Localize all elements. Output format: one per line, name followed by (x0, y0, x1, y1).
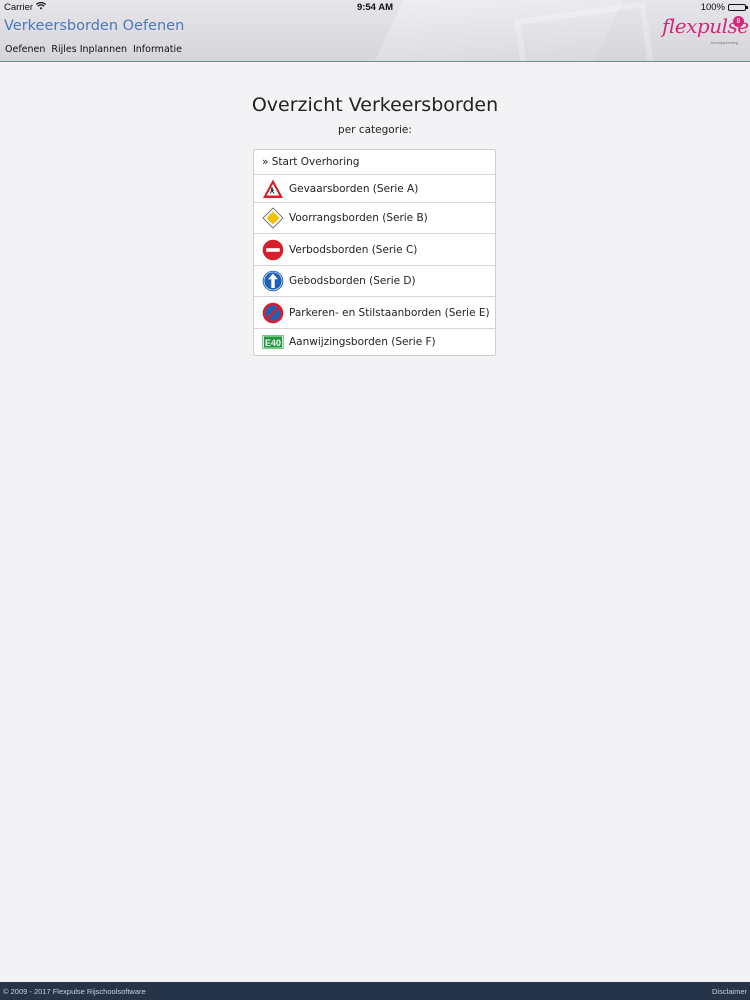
logo-subtitle: Autorijopleiding (710, 40, 738, 45)
no-entry-icon (262, 239, 284, 261)
route-sign-icon: E40 (262, 331, 284, 353)
nav-item-rijles-inplannen[interactable]: Rijles Inplannen (51, 44, 127, 55)
warning-triangle-icon (262, 178, 284, 200)
category-label: Gevaarsborden (Serie A) (289, 182, 419, 195)
category-item-serie-e[interactable]: Parkeren- en Stilstaanborden (Serie E) (254, 297, 495, 329)
nav-menu: Oefenen Rijles Inplannen Informatie (5, 44, 182, 55)
flexpulse-logo: flexpulse 8 Autorijopleiding (662, 14, 749, 48)
start-overhoring-link[interactable]: » Start Overhoring (254, 150, 495, 175)
category-item-serie-b[interactable]: Voorrangsborden (Serie B) (254, 203, 495, 234)
clock: 9:54 AM (356, 2, 394, 13)
logo-badge: 8 (733, 16, 744, 27)
category-item-serie-f[interactable]: E40 Aanwijzingsborden (Serie F) (254, 329, 495, 355)
page-subtitle: per categorie: (338, 124, 412, 136)
copyright-text: © 2009 - 2017 Flexpulse Rijschoolsoftwar… (3, 987, 146, 996)
start-overhoring-label: » Start Overhoring (262, 156, 360, 168)
footer: © 2009 - 2017 Flexpulse Rijschoolsoftwar… (0, 982, 750, 1000)
disclaimer-link[interactable]: Disclaimer (712, 987, 747, 996)
category-label: Gebodsborden (Serie D) (289, 275, 416, 287)
route-sign-text: E40 (265, 338, 281, 348)
category-item-serie-c[interactable]: Verbodsborden (Serie C) (254, 234, 495, 266)
category-item-serie-a[interactable]: Gevaarsborden (Serie A) (254, 175, 495, 203)
category-label: Parkeren- en Stilstaanborden (Serie E) (289, 306, 490, 319)
no-parking-icon (262, 302, 284, 324)
category-list: » Start Overhoring Gevaarsborden (Serie … (253, 149, 496, 356)
category-label: Aanwijzingsborden (Serie F) (289, 336, 436, 348)
category-label: Verbodsborden (Serie C) (289, 243, 418, 256)
app-title: Verkeersborden Oefenen (4, 18, 185, 34)
nav-item-informatie[interactable]: Informatie (133, 44, 182, 55)
category-label: Voorrangsborden (Serie B) (289, 212, 428, 224)
mandatory-arrow-icon (262, 270, 284, 292)
battery-percent: 100% (700, 2, 725, 13)
priority-diamond-icon (262, 207, 284, 229)
nav-item-oefenen[interactable]: Oefenen (5, 44, 45, 55)
status-bar: Carrier 9:54 AM 100% (0, 0, 750, 14)
battery-icon (728, 4, 748, 11)
page-title: Overzicht Verkeersborden (251, 94, 499, 116)
category-item-serie-d[interactable]: Gebodsborden (Serie D) (254, 266, 495, 297)
